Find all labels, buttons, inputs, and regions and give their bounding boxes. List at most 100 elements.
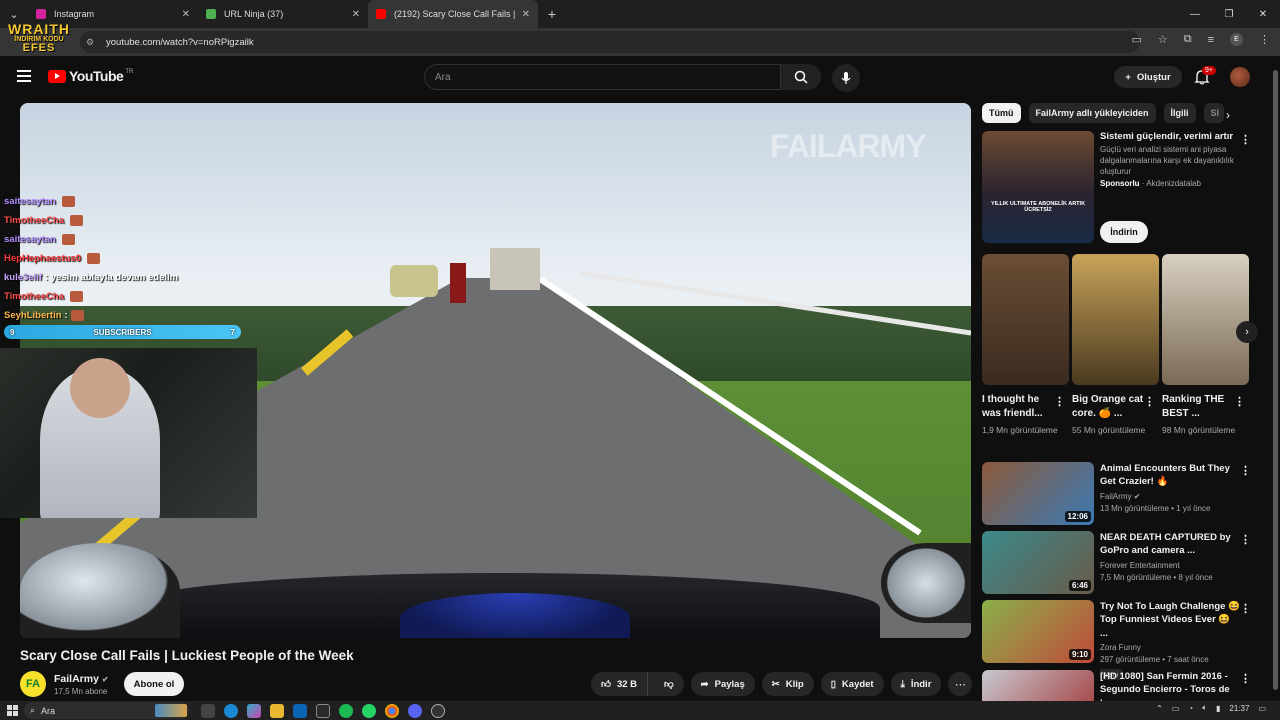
whatsapp-icon[interactable] [362, 703, 376, 718]
save-button[interactable]: ▯ Kaydet [820, 672, 884, 696]
chip-more[interactable]: Sl [1203, 103, 1224, 123]
search-button[interactable] [781, 64, 821, 90]
download-button[interactable]: ⤓ İndir [890, 672, 942, 696]
more-vertical-icon[interactable]: ⋮ [1240, 602, 1251, 615]
video-title[interactable]: Try Not To Laugh Challenge 😆 Top Funnies… [1100, 600, 1240, 640]
video-thumbnail[interactable]: 9:10 [982, 600, 1094, 663]
volume-icon[interactable]: 🔈︎ [1202, 703, 1207, 713]
restore-icon[interactable]: ❐ [1212, 0, 1246, 28]
search-input[interactable]: Ara [424, 64, 781, 90]
new-tab-button[interactable]: + [538, 6, 566, 22]
related-video[interactable]: 6:46 NEAR DEATH CAPTURED by GoPro and ca… [982, 531, 1262, 595]
more-vertical-icon[interactable]: ⋮ [1240, 133, 1251, 146]
short-title[interactable]: I thought he was friendl... [982, 393, 1054, 421]
chrome-icon[interactable] [385, 703, 399, 718]
ad-info: Sistemi güçlendir, verimi artır Güçlü ve… [1100, 131, 1240, 188]
bookmark-star-icon[interactable]: ☆ [1158, 33, 1168, 46]
scrollbar-thumb[interactable] [1273, 70, 1278, 690]
browser-menu-icon[interactable]: ⋮ [1259, 33, 1270, 46]
video-channel[interactable]: FailArmy ✔ [1100, 492, 1240, 501]
chip-all[interactable]: Tümü [982, 103, 1021, 123]
short-item[interactable]: Ranking THE BEST ... 98 Mn görüntüleme ⋮ [1162, 254, 1249, 437]
ad-title[interactable]: Sistemi güçlendir, verimi artır [1100, 131, 1240, 142]
battery-icon[interactable]: ▮ [1216, 704, 1220, 713]
voice-search-button[interactable] [832, 64, 860, 92]
page-scrollbar[interactable] [1271, 56, 1280, 701]
task-view-icon[interactable] [201, 703, 215, 718]
shorts-next-button[interactable]: › [1236, 321, 1258, 343]
clip-button[interactable]: ✂ Klip [761, 672, 814, 696]
channel-name[interactable]: FailArmy ✔ [54, 673, 109, 685]
short-thumbnail[interactable] [982, 254, 1069, 385]
discord-icon[interactable] [408, 703, 422, 718]
tab-youtube[interactable]: (2192) Scary Close Call Fails | Lu ✕ [368, 0, 538, 28]
minimize-icon[interactable]: — [1178, 0, 1212, 28]
like-dislike-group: 👍︎ 32 B 👎︎ [591, 672, 684, 696]
menu-icon[interactable] [17, 70, 31, 85]
ad-cta-button[interactable]: İndirin [1100, 221, 1148, 243]
video-thumbnail[interactable] [982, 670, 1094, 701]
chip-related[interactable]: İlgili [1163, 103, 1196, 123]
more-vertical-icon[interactable]: ⋮ [1234, 395, 1245, 408]
short-title[interactable]: Ranking THE BEST ... [1162, 393, 1234, 421]
short-title[interactable]: Big Orange cat core. 🍊 ... [1072, 393, 1144, 421]
windows-start-icon[interactable] [0, 701, 24, 720]
close-window-icon[interactable]: ✕ [1246, 0, 1280, 28]
video-title[interactable]: [HD 1080] San Fermin 2016 - Segundo Enci… [1100, 670, 1240, 701]
user-avatar[interactable] [1230, 67, 1250, 87]
video-title[interactable]: Animal Encounters But They Get Crazier! … [1100, 462, 1240, 489]
video-thumbnail[interactable]: 12:06 [982, 462, 1094, 525]
more-actions-button[interactable]: ⋯ [948, 672, 973, 696]
related-video[interactable]: [HD 1080] San Fermin 2016 - Segundo Enci… [982, 670, 1262, 701]
outlook-icon[interactable] [293, 703, 307, 718]
short-thumbnail[interactable] [1162, 254, 1249, 385]
more-vertical-icon[interactable]: ⋮ [1240, 533, 1251, 546]
wifi-icon[interactable]: ◔ [1188, 704, 1193, 713]
site-info-icon[interactable]: ⚙ [86, 37, 100, 48]
media-icon[interactable]: ≡ [1208, 34, 1214, 46]
notifications-icon[interactable]: ▭ [1258, 704, 1266, 713]
share-button[interactable]: ➦ Paylaş [690, 672, 755, 696]
dislike-button[interactable]: 👎︎ [654, 678, 684, 690]
subscribe-button[interactable]: Abone ol [124, 672, 184, 696]
close-tab-icon[interactable]: ✕ [522, 9, 530, 20]
edge-icon[interactable] [224, 703, 238, 718]
xbox-icon[interactable] [316, 703, 330, 718]
short-item[interactable]: I thought he was friendl... 1,9 Mn görün… [982, 254, 1069, 437]
profile-avatar[interactable]: E [1230, 33, 1243, 46]
more-vertical-icon[interactable]: ⋮ [1144, 395, 1155, 408]
omnibox[interactable]: ⚙ youtube.com/watch?v=noRPigzailk [80, 31, 1140, 53]
network-icon[interactable]: ▭ [1172, 704, 1180, 713]
channel-avatar[interactable]: FA [20, 671, 46, 697]
video-channel[interactable]: Zora Funny [1100, 643, 1240, 652]
more-vertical-icon[interactable]: ⋮ [1240, 672, 1251, 685]
youtube-logo[interactable]: YouTube TR [48, 68, 133, 84]
file-explorer-icon[interactable] [270, 703, 284, 718]
spotify-icon[interactable] [339, 703, 353, 718]
related-video[interactable]: 12:06 Animal Encounters But They Get Cra… [982, 462, 1262, 526]
short-item[interactable]: Big Orange cat core. 🍊 ... 55 Mn görüntü… [1072, 254, 1159, 437]
related-video[interactable]: 9:10 Try Not To Laugh Challenge 😆 Top Fu… [982, 600, 1262, 680]
like-button[interactable]: 👍︎ 32 B [591, 672, 649, 696]
create-button[interactable]: + Oluştur [1114, 66, 1182, 88]
close-tab-icon[interactable]: ✕ [182, 9, 190, 20]
ad-thumbnail[interactable]: YILLIK ULTIMATE ABONELİK ARTIK ÜCRETSİZ [982, 131, 1094, 243]
close-tab-icon[interactable]: ✕ [352, 9, 360, 20]
cast-icon[interactable]: ▭ [1131, 33, 1141, 46]
extensions-icon[interactable]: ⧉ [1184, 33, 1192, 46]
more-vertical-icon[interactable]: ⋮ [1054, 395, 1065, 408]
tray-chevron-icon[interactable]: ⌃ [1156, 704, 1163, 713]
video-thumbnail[interactable]: 6:46 [982, 531, 1094, 594]
tab-url-ninja[interactable]: URL Ninja (37) ✕ [198, 0, 368, 28]
taskbar-search[interactable]: ⌕ Ara [24, 702, 189, 719]
chip-from-uploader[interactable]: FailArmy adlı yükleyiciden [1028, 103, 1156, 123]
taskbar-apps [201, 703, 445, 718]
video-channel[interactable]: Forever Entertainment [1100, 561, 1240, 570]
more-vertical-icon[interactable]: ⋮ [1240, 464, 1251, 477]
clock-time[interactable]: 21:37 [1229, 704, 1249, 713]
chevron-right-icon[interactable]: › [1226, 108, 1230, 122]
copilot-icon[interactable] [247, 703, 261, 718]
short-thumbnail[interactable] [1072, 254, 1159, 385]
video-title[interactable]: NEAR DEATH CAPTURED by GoPro and camera … [1100, 531, 1240, 558]
obs-icon[interactable] [431, 703, 445, 718]
